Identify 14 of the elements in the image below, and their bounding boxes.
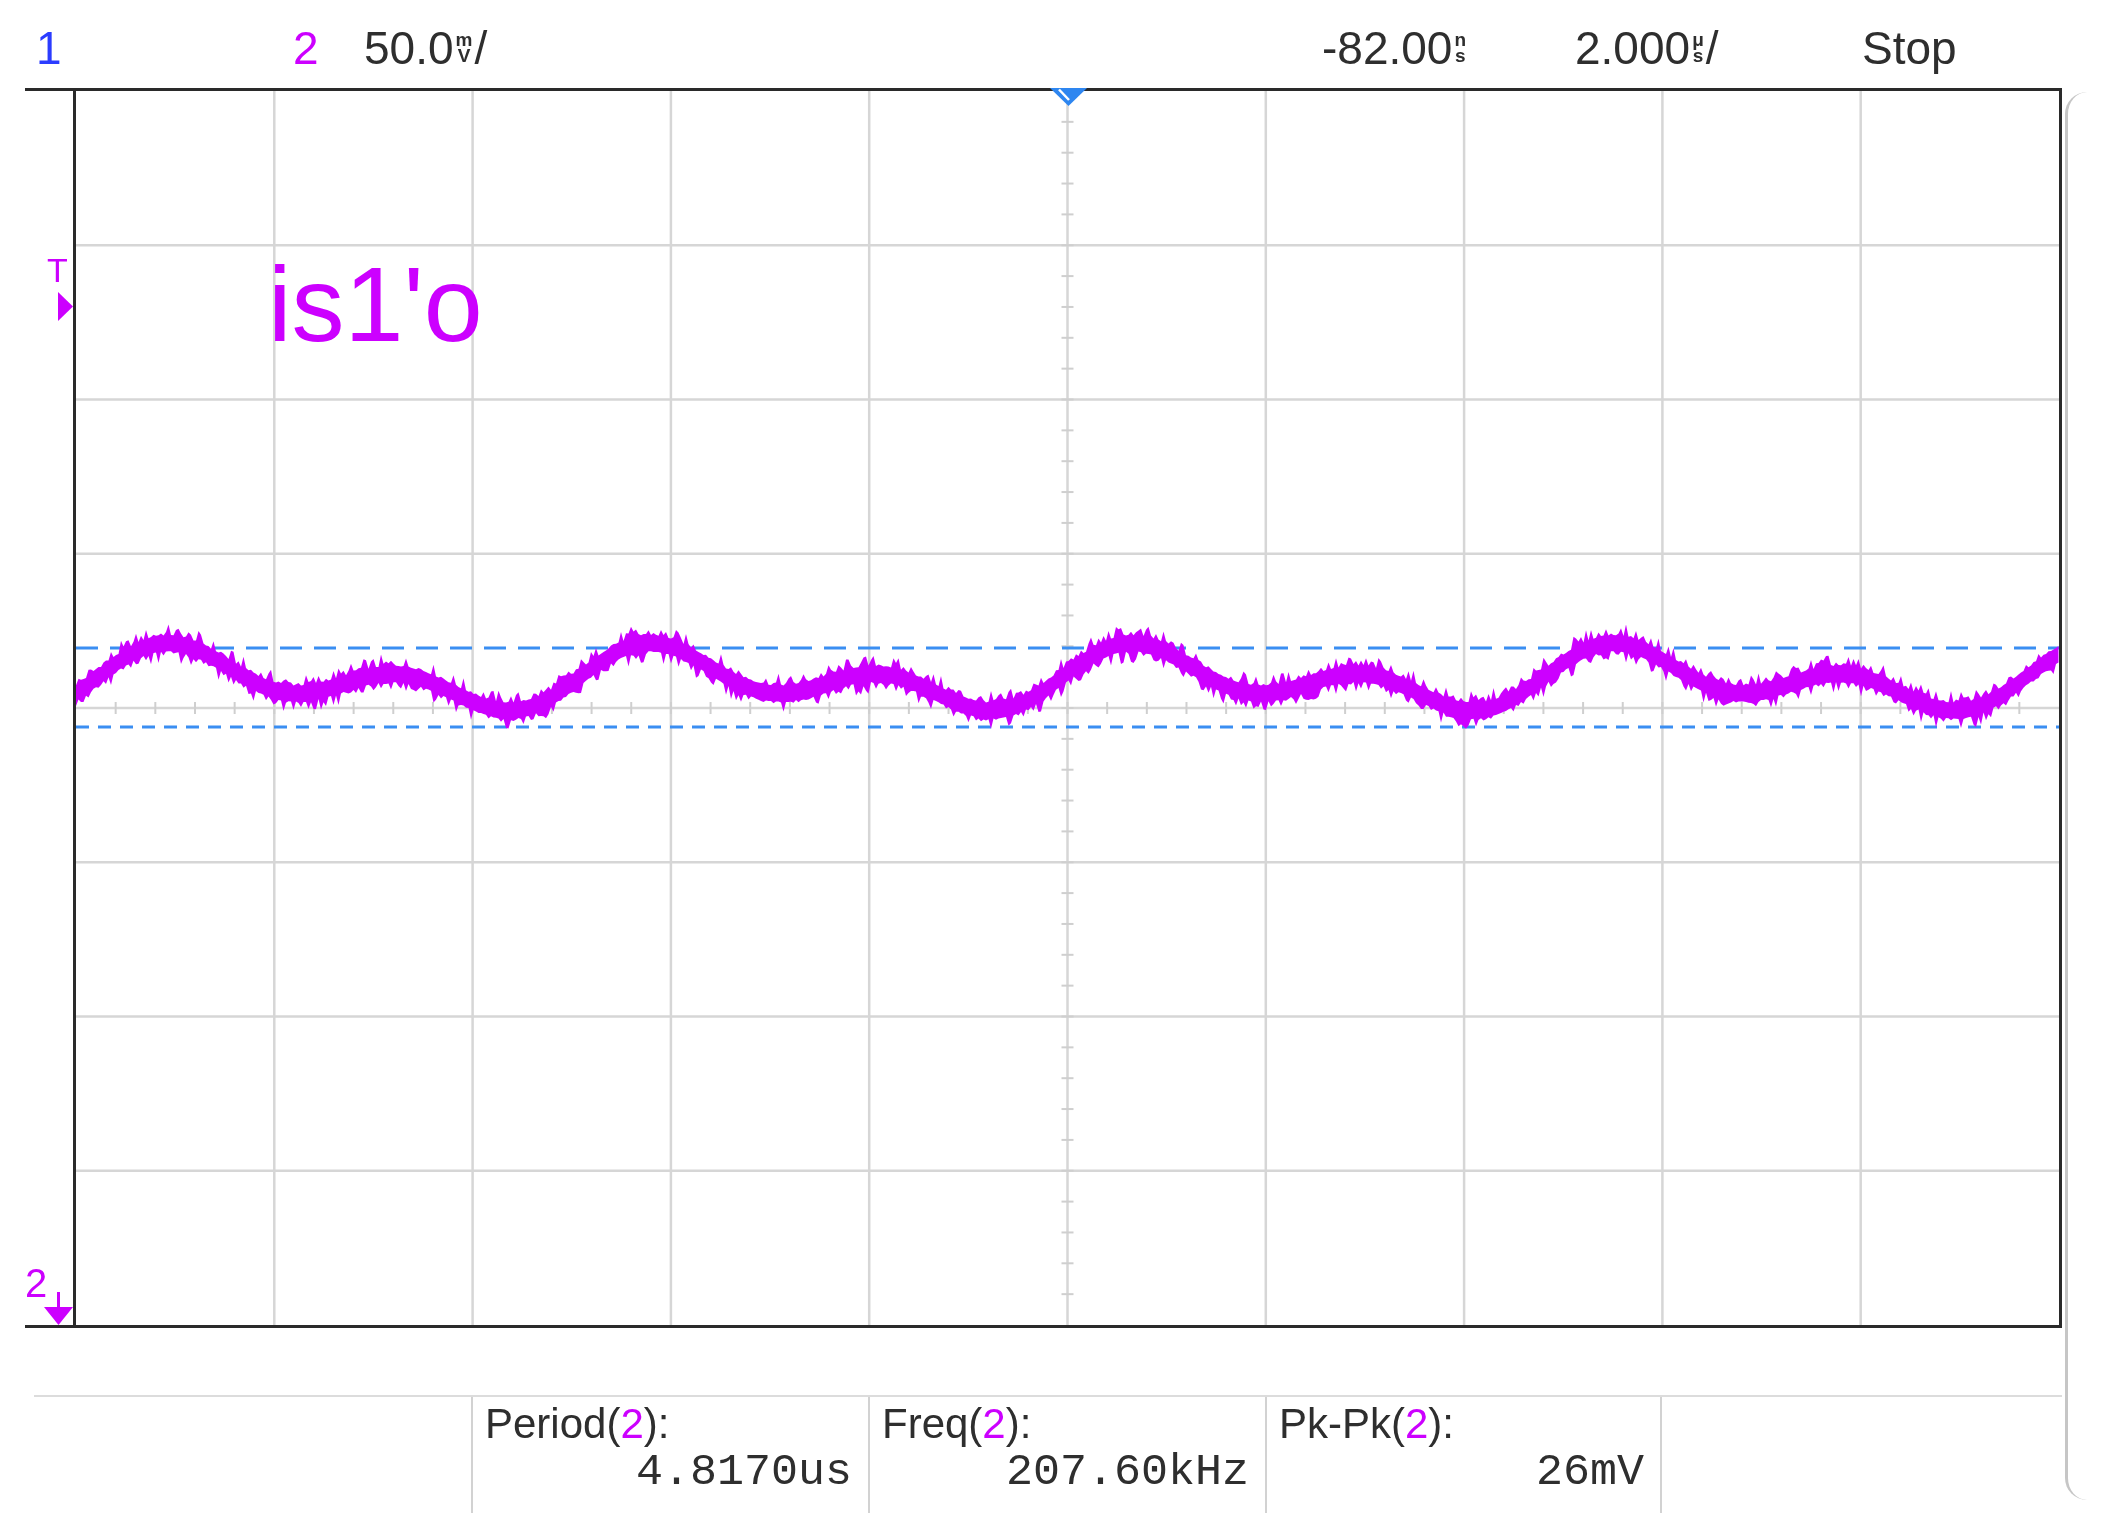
trace-annotation: is1'o [268, 251, 483, 357]
right-pointing-triangle-icon [58, 292, 73, 321]
channel-number: 1 [36, 25, 62, 71]
down-arrow-icon [44, 1292, 73, 1325]
channel-number: 2 [293, 25, 319, 71]
down-pointing-triangle-icon [1049, 88, 1087, 106]
measurement-value: 4.8170us [635, 1447, 852, 1499]
measurement-value: 207.60kHz [1005, 1447, 1249, 1499]
measurement-label: Freq(2): [882, 1401, 1032, 1447]
measurement-label: Pk-Pk(2): [1279, 1401, 1454, 1447]
measurement-value: 26mV [1535, 1447, 1644, 1499]
measurement-label: Period(2): [485, 1401, 670, 1447]
ground-marker-label: 2 [25, 1263, 48, 1303]
trigger-marker-label: T [47, 253, 68, 287]
